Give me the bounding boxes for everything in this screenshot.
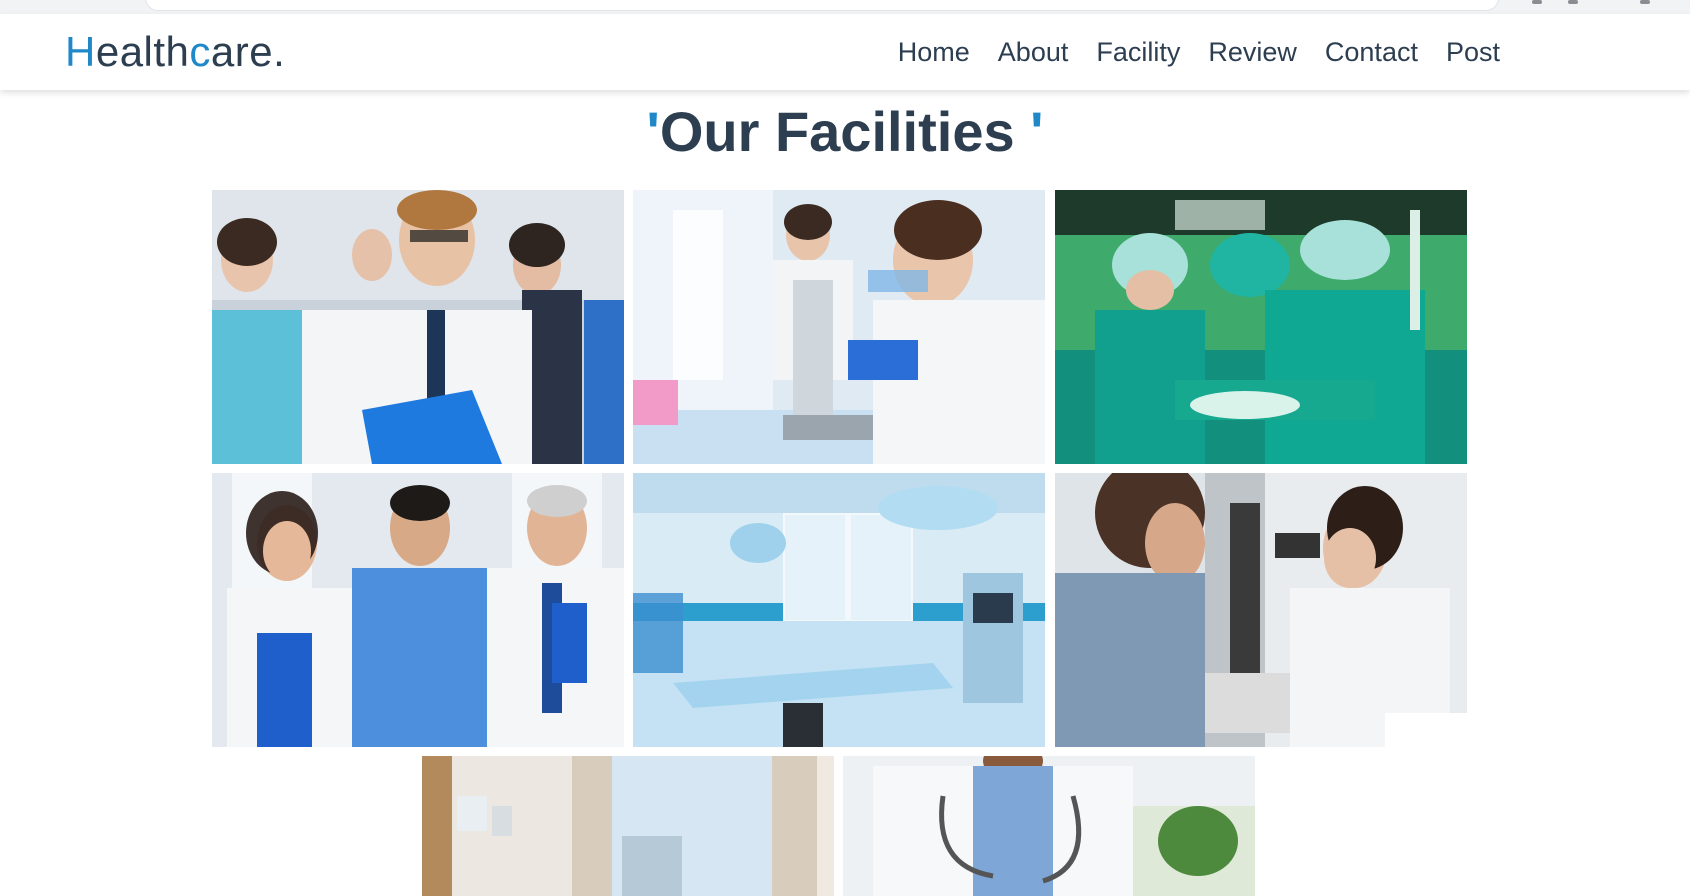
browser-chrome [0,0,1690,14]
facility-image-eye-exam[interactable] [1055,473,1467,747]
logo-letter-h: H [65,28,96,75]
heading-quote-open: ' [646,100,660,163]
nav-post[interactable]: Post [1446,34,1500,70]
facility-image-lab-microscope[interactable] [633,190,1045,464]
nav-facility[interactable]: Facility [1096,34,1180,70]
facility-image-hospital-room[interactable] [422,756,834,896]
address-bar[interactable] [146,0,1498,10]
section-heading: 'Our Facilities ' [0,94,1690,170]
nav-about[interactable]: About [998,34,1069,70]
nav-contact[interactable]: Contact [1325,34,1418,70]
toolbar-icon[interactable] [1640,0,1650,4]
logo-letter-c: c [189,28,211,75]
facility-image-doctor-team[interactable] [212,190,624,464]
toolbar-icon[interactable] [1532,0,1542,4]
nav-home[interactable]: Home [898,34,970,70]
facility-image-three-doctors[interactable] [212,473,624,747]
heading-text: Our Facilities [659,100,1031,163]
heading-quote-close: ' [1030,100,1044,163]
toolbar-icon[interactable] [1568,0,1578,4]
brand-logo[interactable]: Healthcare. [65,24,285,80]
main-nav: Home About Facility Review Contact Post [898,14,1500,90]
facility-image-surgery-team[interactable] [1055,190,1467,464]
facility-image-operating-room[interactable] [633,473,1045,747]
logo-text-part-one: ealth [95,28,190,75]
nav-review[interactable]: Review [1208,34,1297,70]
facility-image-doctor-stethoscope[interactable] [843,756,1255,896]
logo-text-part-two: are. [210,28,286,75]
site-header: Healthcare. Home About Facility Review C… [0,14,1690,90]
